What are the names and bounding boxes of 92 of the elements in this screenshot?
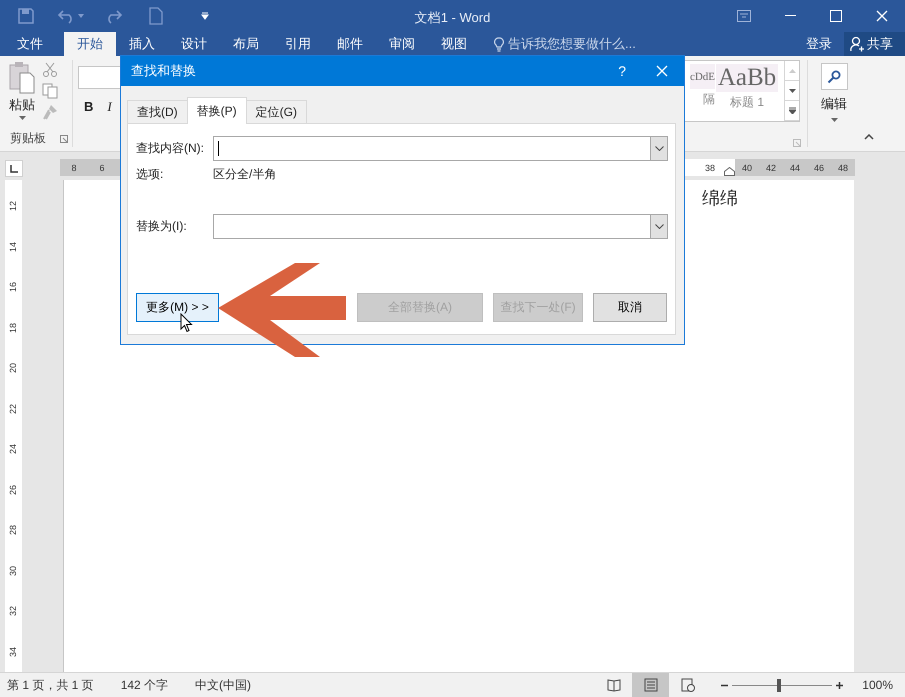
find-button[interactable]	[820, 63, 848, 90]
more-icon	[788, 107, 796, 114]
dialog-tab[interactable]: 定位(G)	[246, 100, 307, 123]
close-icon	[876, 10, 888, 22]
close-button[interactable]	[656, 65, 668, 77]
replace-field[interactable]	[213, 214, 668, 239]
ruler-number: 30	[8, 566, 18, 576]
ruler-number: 42	[764, 162, 777, 174]
ruler-number: 24	[8, 444, 18, 454]
maximize-icon	[830, 10, 842, 22]
find-field[interactable]	[213, 136, 668, 161]
ribbon-tab[interactable]: 设计	[168, 32, 220, 56]
customize-icon[interactable]	[201, 12, 209, 20]
ribbon-tab[interactable]: 审阅	[376, 32, 428, 56]
web-view-icon	[680, 677, 696, 693]
help-button[interactable]: ?	[618, 63, 626, 79]
minimize-icon	[784, 15, 796, 17]
close-icon	[656, 65, 668, 77]
bold-button[interactable]: B	[84, 99, 94, 115]
ribbon-tab[interactable]: 邮件	[324, 32, 376, 56]
ruler-number: 32	[8, 606, 18, 616]
ribbon-tab[interactable]: 开始	[64, 32, 116, 56]
options-label: 选项:	[136, 166, 164, 182]
ribbon-tab[interactable]: 插入	[116, 32, 168, 56]
sign-in-link[interactable]: 登录	[794, 32, 844, 56]
print-view-icon	[642, 677, 659, 693]
view-button[interactable]	[632, 673, 670, 697]
ruler-number: 46	[812, 162, 825, 174]
ruler-number: 18	[8, 322, 18, 333]
search-icon	[827, 70, 841, 84]
up-caret-icon	[788, 68, 796, 72]
ribbon-tab[interactable]: 视图	[428, 32, 480, 56]
lightbulb-icon	[494, 36, 504, 52]
zoom-level[interactable]: 100%	[862, 678, 893, 692]
word-count[interactable]: 142 个字	[120, 676, 168, 694]
zoom-slider-thumb[interactable]	[777, 678, 782, 692]
ribbon-tab[interactable]: 文件	[0, 32, 60, 56]
launcher-icon[interactable]	[60, 134, 68, 142]
dropdown-icon[interactable]	[654, 224, 664, 229]
ruler-number: 28	[8, 525, 18, 536]
window-title: 文档1 - Word	[414, 10, 490, 25]
ruler-number: 26	[8, 484, 18, 495]
field-label: 查找内容(N):	[136, 140, 205, 157]
read-view-icon	[606, 677, 622, 693]
ruler-number: 40	[740, 162, 753, 174]
language-indicator[interactable]: 中文(中国)	[195, 676, 252, 694]
group-label: 剪贴板	[10, 130, 46, 147]
scissors-icon[interactable]	[42, 62, 58, 78]
style-item[interactable]: cDdE 隔	[685, 61, 715, 121]
paste-icon[interactable]	[8, 60, 36, 94]
ruler-number: 14	[8, 242, 18, 252]
dialog-title: 查找和替换	[131, 62, 196, 80]
ruler-number: 34	[8, 646, 18, 657]
document-text: 绵绵	[702, 187, 738, 208]
ruler-number: 6	[98, 162, 106, 174]
ruler-number: 22	[8, 404, 18, 414]
person-add-icon	[850, 36, 864, 52]
new-document-icon[interactable]	[149, 7, 163, 25]
tell-me-field[interactable]: 告诉我您想要做什么...	[508, 35, 636, 53]
dialog-button[interactable]: 更多(M) > >	[136, 293, 219, 322]
left-tab-icon	[10, 164, 18, 172]
paste-button[interactable]: 粘贴	[9, 96, 35, 114]
ruler-number: 8	[70, 162, 78, 174]
ribbon-tab[interactable]: 布局	[220, 32, 272, 56]
editing-button[interactable]: 编辑	[821, 95, 847, 113]
page-count[interactable]: 第 1 页，共 1 页	[7, 676, 94, 694]
ribbon-tab[interactable]: 引用	[272, 32, 324, 56]
field-label: 替换为(I):	[136, 218, 188, 235]
ruler-number: 12	[8, 201, 18, 212]
caret-icon[interactable]	[18, 116, 26, 120]
caret-icon	[788, 88, 796, 92]
plus-icon[interactable]	[835, 680, 844, 690]
share-button[interactable]: 共享	[844, 32, 905, 56]
caret-icon[interactable]	[830, 118, 838, 122]
dialog-button[interactable]: 取消	[593, 293, 667, 322]
ribbon-display-icon	[737, 10, 751, 22]
options-value: 区分全/半角	[213, 166, 276, 182]
dropdown-icon[interactable]	[654, 146, 664, 151]
ruler-number: 20	[8, 363, 18, 374]
dialog-tab[interactable]: 查找(D)	[127, 100, 188, 123]
indent-marker-icon[interactable]	[724, 167, 735, 176]
dialog-tab[interactable]: 替换(P)	[186, 97, 247, 124]
style-item[interactable]: AaBb 标题 1	[715, 61, 779, 121]
italic-button[interactable]: I	[107, 99, 112, 115]
copy-icon[interactable]	[42, 83, 58, 99]
ruler-number: 48	[836, 162, 849, 174]
tab-selector[interactable]	[5, 160, 23, 177]
ruler-number: 38	[704, 162, 716, 174]
save-icon[interactable]	[17, 7, 35, 25]
ruler-number: 16	[8, 282, 18, 292]
ruler-number: 44	[788, 162, 801, 174]
collapse-ribbon-icon[interactable]	[864, 134, 874, 140]
